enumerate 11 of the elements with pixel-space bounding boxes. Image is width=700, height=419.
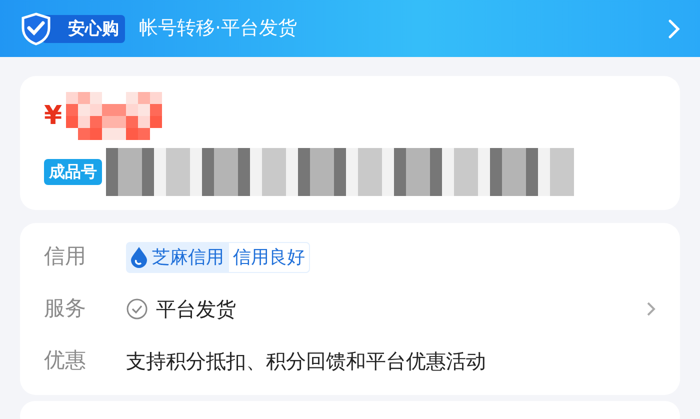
- product-tag: 成品号: [44, 159, 102, 185]
- currency-symbol: ¥: [44, 100, 62, 132]
- credit-rating: 信用良好: [228, 242, 310, 272]
- row-label: 服务: [44, 295, 87, 322]
- row-label: 信用: [44, 243, 87, 270]
- credit-name: 芝麻信用: [152, 246, 224, 270]
- service-value: 平台发货: [156, 296, 236, 323]
- banner-title: 帐号转移·平台发货: [139, 16, 298, 42]
- discount-text: 支持积分抵扣、积分回馈和平台优惠活动: [126, 348, 486, 375]
- row-label: 优惠: [44, 347, 87, 374]
- top-banner[interactable]: 安心购 帐号转移·平台发货: [0, 0, 700, 57]
